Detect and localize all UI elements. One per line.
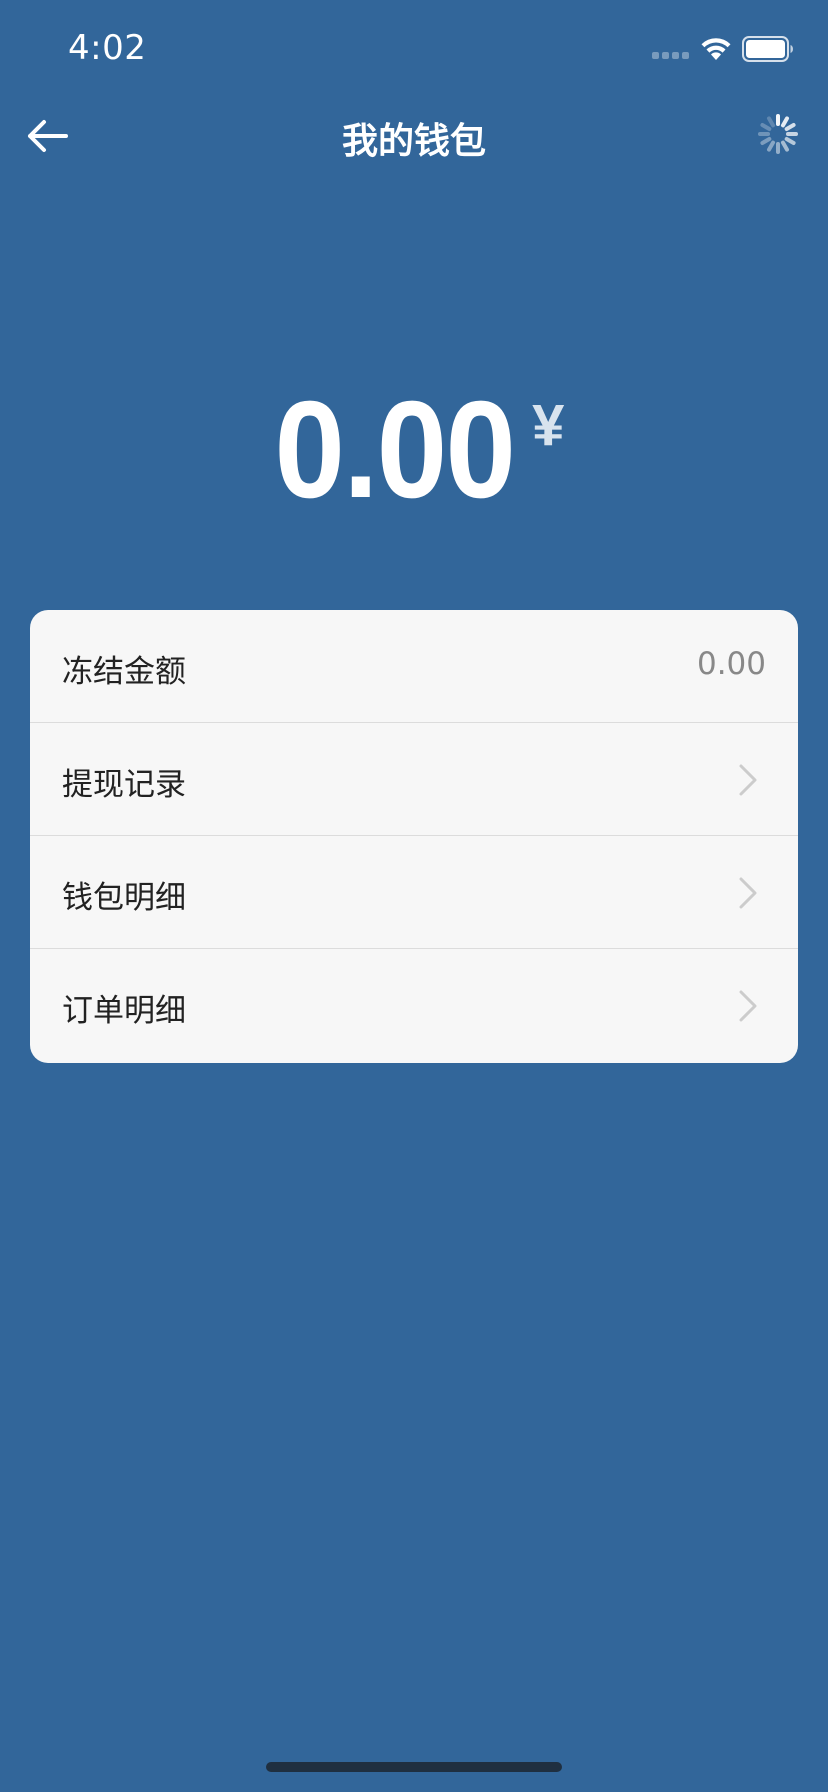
- chevron-right-icon: [739, 990, 757, 1022]
- balance-amount: 0.00: [273, 373, 516, 527]
- chevron-right-icon: [739, 764, 757, 796]
- status-bar: 4:02: [0, 0, 828, 100]
- nav-bar: 我的钱包: [0, 100, 828, 172]
- chevron-right-icon: [739, 877, 757, 909]
- menu-item-label: 钱包明细: [62, 880, 186, 916]
- page-title: 我的钱包: [341, 121, 486, 162]
- balance-display: 0.00 ¥: [0, 380, 828, 520]
- wifi-icon: [701, 38, 731, 60]
- menu-item-withdrawal-records[interactable]: 提现记录: [30, 723, 798, 836]
- status-time: 4:02: [68, 28, 147, 68]
- battery-icon: [742, 36, 793, 62]
- menu-item-wallet-details[interactable]: 钱包明细: [30, 836, 798, 949]
- home-indicator[interactable]: [266, 1762, 562, 1772]
- frozen-amount-value: 0.00: [696, 646, 766, 682]
- wallet-menu-card: 冻结金额 0.00 提现记录 钱包明细 订单明细: [30, 610, 798, 1063]
- menu-item-order-details[interactable]: 订单明细: [30, 949, 798, 1062]
- menu-item-frozen-amount: 冻结金额 0.00: [30, 610, 798, 723]
- signal-dots-icon: [652, 52, 689, 59]
- menu-item-label: 订单明细: [62, 993, 186, 1029]
- balance-currency: ¥: [532, 393, 565, 458]
- menu-item-label: 冻结金额: [62, 654, 186, 690]
- wallet-screen: 4:02 我的钱包 0.00 ¥ 冻结金额 0.00 提现记录 钱包明细 订单明…: [0, 0, 828, 1792]
- menu-item-label: 提现记录: [62, 767, 186, 803]
- spinner-icon: [758, 114, 798, 154]
